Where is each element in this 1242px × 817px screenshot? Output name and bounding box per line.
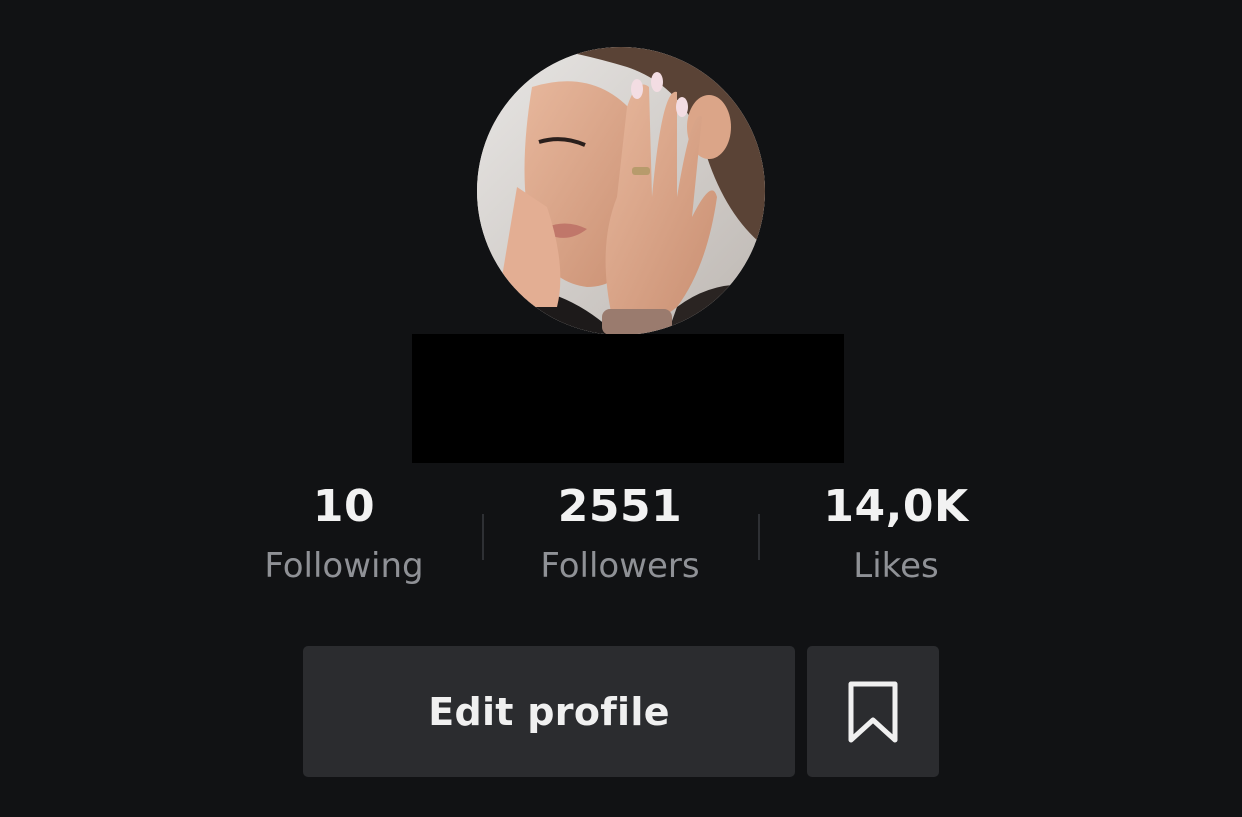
likes-label: Likes bbox=[853, 546, 939, 586]
stat-followers[interactable]: 2551 Followers bbox=[490, 478, 750, 588]
bookmark-icon bbox=[848, 681, 898, 742]
stats-divider bbox=[758, 514, 760, 560]
stat-following[interactable]: 10 Following bbox=[214, 478, 474, 588]
followers-label: Followers bbox=[540, 546, 700, 586]
following-label: Following bbox=[264, 546, 424, 586]
likes-count: 14,0K bbox=[823, 481, 969, 532]
bookmarks-button[interactable] bbox=[807, 646, 939, 777]
username-redacted bbox=[412, 334, 844, 463]
avatar-photo bbox=[477, 47, 765, 335]
following-count: 10 bbox=[312, 481, 376, 532]
followers-count: 2551 bbox=[557, 481, 683, 532]
edit-profile-button[interactable]: Edit profile bbox=[303, 646, 795, 777]
profile-stats: 10 Following 2551 Followers 14,0K Likes bbox=[0, 478, 1242, 598]
edit-profile-label: Edit profile bbox=[428, 689, 670, 734]
stat-likes[interactable]: 14,0K Likes bbox=[766, 478, 1026, 588]
stats-divider bbox=[482, 514, 484, 560]
avatar[interactable] bbox=[477, 47, 765, 335]
